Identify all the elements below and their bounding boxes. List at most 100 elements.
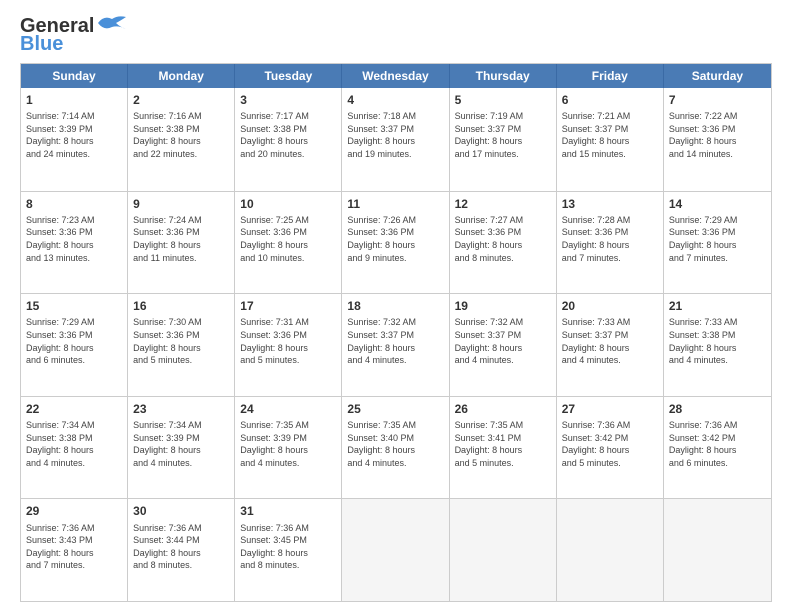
calendar-cell: 8Sunrise: 7:23 AMSunset: 3:36 PMDaylight… <box>21 192 128 294</box>
calendar-cell: 19 Sunrise: 7:32 AMSunset: 3:37 PMDayligh… <box>450 294 557 396</box>
cell-text: Sunrise: 7:34 AMSunset: 3:38 PMDaylight:… <box>26 419 122 469</box>
day-number: 21 <box>669 298 766 314</box>
cell-text: Sunrise: 7:31 AMSunset: 3:36 PMDaylight:… <box>240 316 336 366</box>
logo-blue-text: Blue <box>20 33 63 55</box>
calendar-row-5: 29 Sunrise: 7:36 AMSunset: 3:43 PMDayligh… <box>21 498 771 601</box>
cell-text: Sunrise: 7:25 AMSunset: 3:36 PMDaylight:… <box>240 214 336 264</box>
header-day-friday: Friday <box>557 64 664 88</box>
day-number: 31 <box>240 503 336 519</box>
cell-text: Sunrise: 7:29 AMSunset: 3:36 PMDaylight:… <box>26 316 122 366</box>
day-number: 16 <box>133 298 229 314</box>
calendar-cell: 4Sunrise: 7:18 AMSunset: 3:37 PMDaylight… <box>342 88 449 191</box>
calendar-header: SundayMondayTuesdayWednesdayThursdayFrid… <box>21 64 771 88</box>
calendar-cell: 13 Sunrise: 7:28 AMSunset: 3:36 PMDayligh… <box>557 192 664 294</box>
cell-text: Sunrise: 7:16 AMSunset: 3:38 PMDaylight:… <box>133 110 229 160</box>
cell-text: Sunrise: 7:22 AMSunset: 3:36 PMDaylight:… <box>669 110 766 160</box>
cell-text: Sunrise: 7:29 AMSunset: 3:36 PMDaylight:… <box>669 214 766 264</box>
calendar-row-1: 1 Sunrise: 7:14 AMSunset: 3:39 PMDaylight… <box>21 88 771 191</box>
cell-text: Sunrise: 7:17 AMSunset: 3:38 PMDaylight:… <box>240 110 336 160</box>
cell-text: Sunrise: 7:32 AMSunset: 3:37 PMDaylight:… <box>455 316 551 366</box>
calendar-cell <box>450 499 557 601</box>
cell-text: Sunrise: 7:34 AMSunset: 3:39 PMDaylight:… <box>133 419 229 469</box>
day-number: 2 <box>133 92 229 108</box>
calendar-cell: 27Sunrise: 7:36 AMSunset: 3:42 PMDayligh… <box>557 397 664 499</box>
cell-text: Sunrise: 7:35 AMSunset: 3:40 PMDaylight:… <box>347 419 443 469</box>
calendar-cell: 28 Sunrise: 7:36 AMSunset: 3:42 PMDayligh… <box>664 397 771 499</box>
calendar-cell: 12 Sunrise: 7:27 AMSunset: 3:36 PMDayligh… <box>450 192 557 294</box>
calendar-cell: 22Sunrise: 7:34 AMSunset: 3:38 PMDayligh… <box>21 397 128 499</box>
day-number: 30 <box>133 503 229 519</box>
header: General Blue <box>20 16 772 55</box>
calendar-cell: 26Sunrise: 7:35 AMSunset: 3:41 PMDayligh… <box>450 397 557 499</box>
calendar-cell: 21Sunrise: 7:33 AMSunset: 3:38 PMDayligh… <box>664 294 771 396</box>
calendar-cell: 30 Sunrise: 7:36 AMSunset: 3:44 PMDayligh… <box>128 499 235 601</box>
calendar-cell: 3 Sunrise: 7:17 AMSunset: 3:38 PMDaylight… <box>235 88 342 191</box>
day-number: 19 <box>455 298 551 314</box>
cell-text: Sunrise: 7:14 AMSunset: 3:39 PMDaylight:… <box>26 110 122 160</box>
header-day-tuesday: Tuesday <box>235 64 342 88</box>
day-number: 24 <box>240 401 336 417</box>
cell-text: Sunrise: 7:32 AMSunset: 3:37 PMDaylight:… <box>347 316 443 366</box>
calendar-cell: 6 Sunrise: 7:21 AMSunset: 3:37 PMDaylight… <box>557 88 664 191</box>
day-number: 18 <box>347 298 443 314</box>
calendar-cell: 18 Sunrise: 7:32 AMSunset: 3:37 PMDayligh… <box>342 294 449 396</box>
cell-text: Sunrise: 7:27 AMSunset: 3:36 PMDaylight:… <box>455 214 551 264</box>
day-number: 12 <box>455 196 551 212</box>
cell-text: Sunrise: 7:19 AMSunset: 3:37 PMDaylight:… <box>455 110 551 160</box>
day-number: 6 <box>562 92 658 108</box>
cell-text: Sunrise: 7:33 AMSunset: 3:37 PMDaylight:… <box>562 316 658 366</box>
header-day-thursday: Thursday <box>450 64 557 88</box>
cell-text: Sunrise: 7:36 AMSunset: 3:44 PMDaylight:… <box>133 522 229 572</box>
day-number: 28 <box>669 401 766 417</box>
calendar-cell: 23 Sunrise: 7:34 AMSunset: 3:39 PMDayligh… <box>128 397 235 499</box>
day-number: 11 <box>347 196 443 212</box>
page: General Blue SundayMondayTuesdayWednesda… <box>0 0 792 612</box>
calendar-row-2: 8Sunrise: 7:23 AMSunset: 3:36 PMDaylight… <box>21 191 771 294</box>
header-day-saturday: Saturday <box>664 64 771 88</box>
calendar-cell: 29 Sunrise: 7:36 AMSunset: 3:43 PMDayligh… <box>21 499 128 601</box>
calendar-cell: 14Sunrise: 7:29 AMSunset: 3:36 PMDayligh… <box>664 192 771 294</box>
day-number: 3 <box>240 92 336 108</box>
calendar: SundayMondayTuesdayWednesdayThursdayFrid… <box>20 63 772 602</box>
day-number: 20 <box>562 298 658 314</box>
calendar-cell: 10 Sunrise: 7:25 AMSunset: 3:36 PMDayligh… <box>235 192 342 294</box>
calendar-cell: 11 Sunrise: 7:26 AMSunset: 3:36 PMDayligh… <box>342 192 449 294</box>
day-number: 1 <box>26 92 122 108</box>
day-number: 29 <box>26 503 122 519</box>
calendar-cell: 16 Sunrise: 7:30 AMSunset: 3:36 PMDayligh… <box>128 294 235 396</box>
calendar-cell: 31Sunrise: 7:36 AMSunset: 3:45 PMDayligh… <box>235 499 342 601</box>
cell-text: Sunrise: 7:36 AMSunset: 3:43 PMDaylight:… <box>26 522 122 572</box>
day-number: 26 <box>455 401 551 417</box>
day-number: 27 <box>562 401 658 417</box>
calendar-cell: 2 Sunrise: 7:16 AMSunset: 3:38 PMDaylight… <box>128 88 235 191</box>
day-number: 23 <box>133 401 229 417</box>
cell-text: Sunrise: 7:23 AMSunset: 3:36 PMDaylight:… <box>26 214 122 264</box>
calendar-cell: 9Sunrise: 7:24 AMSunset: 3:36 PMDaylight… <box>128 192 235 294</box>
cell-text: Sunrise: 7:18 AMSunset: 3:37 PMDaylight:… <box>347 110 443 160</box>
day-number: 10 <box>240 196 336 212</box>
calendar-cell <box>557 499 664 601</box>
cell-text: Sunrise: 7:30 AMSunset: 3:36 PMDaylight:… <box>133 316 229 366</box>
day-number: 7 <box>669 92 766 108</box>
calendar-cell: 24Sunrise: 7:35 AMSunset: 3:39 PMDayligh… <box>235 397 342 499</box>
logo: General Blue <box>20 16 128 55</box>
calendar-cell: 5 Sunrise: 7:19 AMSunset: 3:37 PMDaylight… <box>450 88 557 191</box>
cell-text: Sunrise: 7:21 AMSunset: 3:37 PMDaylight:… <box>562 110 658 160</box>
calendar-cell: 15Sunrise: 7:29 AMSunset: 3:36 PMDayligh… <box>21 294 128 396</box>
cell-text: Sunrise: 7:36 AMSunset: 3:42 PMDaylight:… <box>669 419 766 469</box>
calendar-cell: 7 Sunrise: 7:22 AMSunset: 3:36 PMDaylight… <box>664 88 771 191</box>
day-number: 13 <box>562 196 658 212</box>
calendar-cell: 25 Sunrise: 7:35 AMSunset: 3:40 PMDayligh… <box>342 397 449 499</box>
calendar-cell: 20 Sunrise: 7:33 AMSunset: 3:37 PMDayligh… <box>557 294 664 396</box>
cell-text: Sunrise: 7:28 AMSunset: 3:36 PMDaylight:… <box>562 214 658 264</box>
calendar-row-3: 15Sunrise: 7:29 AMSunset: 3:36 PMDayligh… <box>21 293 771 396</box>
calendar-cell <box>342 499 449 601</box>
logo-bird-icon <box>96 13 128 33</box>
calendar-cell: 17Sunrise: 7:31 AMSunset: 3:36 PMDayligh… <box>235 294 342 396</box>
day-number: 5 <box>455 92 551 108</box>
day-number: 25 <box>347 401 443 417</box>
calendar-cell <box>664 499 771 601</box>
cell-text: Sunrise: 7:24 AMSunset: 3:36 PMDaylight:… <box>133 214 229 264</box>
header-day-wednesday: Wednesday <box>342 64 449 88</box>
cell-text: Sunrise: 7:26 AMSunset: 3:36 PMDaylight:… <box>347 214 443 264</box>
